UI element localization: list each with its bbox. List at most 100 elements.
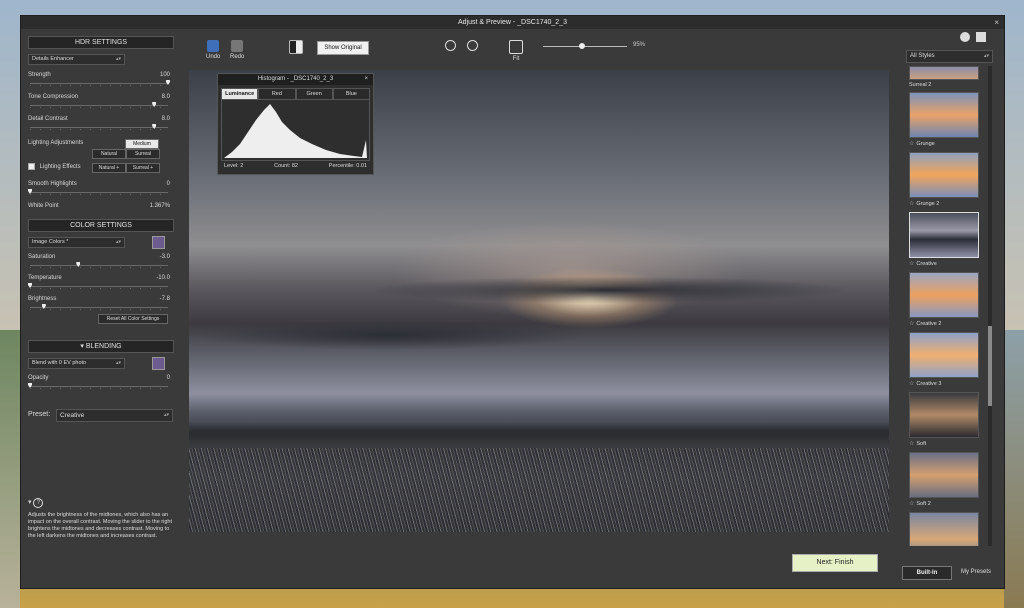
desktop-background-left bbox=[0, 330, 20, 608]
redo-button[interactable]: Redo bbox=[230, 40, 244, 60]
tab-luminance[interactable]: Luminance bbox=[221, 88, 259, 100]
chevron-down-icon: ▴▾ bbox=[115, 56, 121, 62]
zoom-out-button[interactable] bbox=[467, 40, 478, 53]
tab-blue[interactable]: Blue bbox=[332, 88, 370, 100]
pen-icon[interactable] bbox=[152, 236, 165, 249]
star-icon[interactable]: ☆ bbox=[909, 201, 914, 207]
zoom-out-icon bbox=[467, 40, 478, 51]
tab-green[interactable]: Green bbox=[295, 88, 333, 100]
smooth-highlights-label: Smooth Highlights bbox=[28, 181, 77, 187]
close-icon[interactable]: × bbox=[364, 74, 368, 85]
color-preset-select[interactable]: Image Colors * ▴▾ bbox=[28, 237, 125, 248]
tab-red[interactable]: Red bbox=[258, 88, 296, 100]
window-title: Adjust & Preview - _DSC1740_2_3 bbox=[458, 19, 567, 26]
zoom-in-button[interactable] bbox=[445, 40, 456, 53]
styles-scrollbar[interactable] bbox=[988, 66, 992, 546]
chevron-down-icon: ▴▾ bbox=[115, 239, 121, 245]
split-view-icon bbox=[289, 40, 303, 54]
zoom-slider-knob[interactable] bbox=[579, 43, 585, 49]
tone-compression-label: Tone Compression bbox=[28, 94, 79, 100]
zoom-slider[interactable] bbox=[543, 46, 627, 47]
strength-row: Strength 100 bbox=[28, 70, 174, 80]
help-icon[interactable]: ? bbox=[33, 498, 44, 508]
star-icon[interactable]: ☆ bbox=[909, 141, 914, 147]
fit-button[interactable]: Fit bbox=[509, 40, 523, 62]
star-icon[interactable]: ☆ bbox=[909, 501, 914, 507]
histogram-title-bar[interactable]: Histogram - _DSC1740_2_3 × bbox=[218, 74, 373, 85]
style-thumb[interactable]: ☆ Soft 2 bbox=[909, 452, 979, 512]
close-icon[interactable]: × bbox=[994, 16, 999, 29]
grid-view-icon[interactable] bbox=[976, 32, 986, 42]
histogram-curve bbox=[224, 104, 367, 158]
star-icon[interactable]: ☆ bbox=[909, 441, 914, 447]
styles-filter-select[interactable]: All Styles ▴▾ bbox=[906, 50, 993, 63]
undo-button[interactable]: Undo bbox=[206, 40, 220, 60]
opacity-row: Opacity 0 bbox=[28, 373, 174, 383]
smooth-highlights-value: 0 bbox=[166, 181, 170, 187]
detail-contrast-slider[interactable] bbox=[28, 124, 174, 130]
temperature-value: -10.0 bbox=[156, 275, 170, 281]
tone-compression-value: 8.0 bbox=[161, 94, 170, 100]
strength-value: 100 bbox=[159, 72, 170, 78]
temperature-slider[interactable] bbox=[28, 283, 174, 289]
tab-my-presets[interactable]: My Presets bbox=[954, 566, 998, 578]
style-thumb[interactable] bbox=[909, 512, 979, 546]
settings-panel: HDR SETTINGS Details Enhancer ▴▾ Strength… bbox=[28, 36, 174, 584]
style-thumb[interactable]: Surreal 2 bbox=[909, 66, 979, 92]
histogram-percentile: Percentile: 0.01 bbox=[328, 163, 367, 169]
next-finish-button[interactable]: Next: Finish bbox=[792, 554, 878, 572]
style-thumb[interactable]: ☆ Creative 2 bbox=[909, 272, 979, 332]
lighting-surreal-button[interactable]: Surreal bbox=[126, 149, 160, 159]
lighting-effects-checkbox[interactable] bbox=[28, 162, 35, 170]
temperature-row: Temperature -10.0 bbox=[28, 273, 174, 283]
style-thumb[interactable]: ☆ Soft bbox=[909, 392, 979, 452]
help-toggle[interactable]: ▾ ? bbox=[28, 498, 44, 508]
zoom-in-icon bbox=[445, 40, 456, 51]
histogram-panel[interactable]: Histogram - _DSC1740_2_3 × Luminance Red… bbox=[217, 73, 374, 175]
blend-mode-select[interactable]: Blend with 0 EV photo ▴▾ bbox=[28, 358, 125, 369]
histogram-tabs: Luminance Red Green Blue bbox=[221, 88, 370, 100]
star-icon[interactable]: ☆ bbox=[909, 321, 914, 327]
style-thumb-selected[interactable]: ☆ Creative bbox=[909, 212, 979, 272]
desktop-background-right bbox=[1004, 330, 1024, 608]
surreal-plus-button[interactable]: Surreal + bbox=[126, 163, 160, 173]
tab-built-in[interactable]: Built-In bbox=[902, 566, 952, 580]
tone-compression-slider[interactable] bbox=[28, 102, 174, 108]
style-thumb[interactable]: ☆ Grunge bbox=[909, 92, 979, 152]
pen-icon[interactable] bbox=[152, 357, 165, 370]
saturation-label: Saturation bbox=[28, 254, 56, 260]
star-icon[interactable]: ☆ bbox=[909, 381, 914, 387]
title-bar: Adjust & Preview - _DSC1740_2_3 × bbox=[21, 16, 1004, 29]
smooth-highlights-slider[interactable] bbox=[28, 189, 174, 195]
histogram-plot bbox=[221, 100, 370, 161]
star-icon[interactable]: ☆ bbox=[909, 261, 914, 267]
style-thumb[interactable]: ☆ Grunge 2 bbox=[909, 152, 979, 212]
preset-select[interactable]: Creative ▴▾ bbox=[56, 409, 173, 422]
white-point-label: White Point bbox=[28, 203, 59, 209]
saturation-slider[interactable] bbox=[28, 262, 174, 268]
opacity-slider[interactable] bbox=[28, 383, 174, 389]
save-icon[interactable] bbox=[960, 32, 970, 42]
brightness-row: Brightness -7.8 bbox=[28, 294, 174, 304]
tone-compression-row: Tone Compression 8.0 bbox=[28, 92, 174, 102]
toolbar: Undo Redo Show Original Fit 95% bbox=[181, 36, 896, 70]
reset-color-settings-button[interactable]: Reset All Color Settings bbox=[98, 314, 168, 324]
split-view-button[interactable] bbox=[289, 40, 303, 56]
strength-slider[interactable] bbox=[28, 80, 174, 86]
help-text: Adjusts the brightness of the midtones, … bbox=[28, 512, 172, 539]
style-thumb[interactable]: ☆ Creative 3 bbox=[909, 332, 979, 392]
scrollbar-thumb[interactable] bbox=[988, 326, 992, 406]
hdr-method-select[interactable]: Details Enhancer ▴▾ bbox=[28, 54, 125, 65]
lighting-medium-button[interactable]: Medium bbox=[125, 139, 159, 149]
show-original-button[interactable]: Show Original bbox=[317, 41, 369, 55]
natural-plus-button[interactable]: Natural + bbox=[92, 163, 126, 173]
chevron-down-icon: ▴▾ bbox=[983, 53, 989, 59]
fit-icon bbox=[509, 40, 523, 54]
lighting-natural-button[interactable]: Natural bbox=[92, 149, 126, 159]
lighting-effects-row: Lighting Effects Natural + Surreal + bbox=[28, 162, 174, 174]
detail-contrast-label: Detail Contrast bbox=[28, 116, 68, 122]
opacity-value: 0 bbox=[166, 375, 170, 381]
blending-header[interactable]: ▾ BLENDING bbox=[28, 340, 174, 353]
chevron-down-icon: ▴▾ bbox=[163, 412, 169, 418]
undo-icon bbox=[207, 40, 220, 52]
